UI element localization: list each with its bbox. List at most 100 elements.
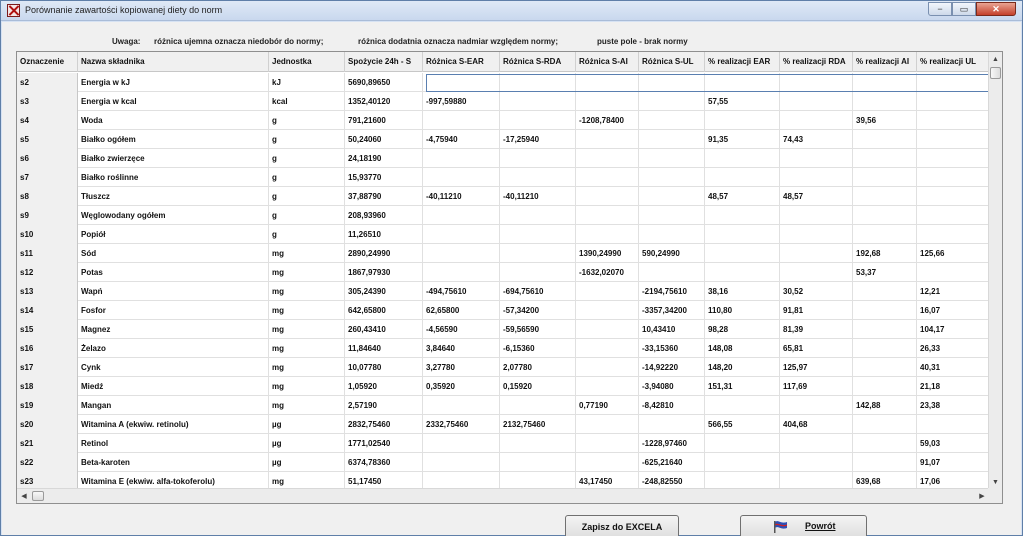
- cell-diff-ul[interactable]: [639, 415, 705, 434]
- cell-name[interactable]: Cynk: [78, 358, 269, 377]
- cell-pct-rda[interactable]: [780, 111, 853, 130]
- cell-diff-ear[interactable]: [423, 149, 500, 168]
- vertical-scrollbar[interactable]: ▲ ▼: [988, 52, 1002, 489]
- cell-name[interactable]: Węglowodany ogółem: [78, 206, 269, 225]
- column-header-code[interactable]: Oznaczenie: [17, 52, 78, 72]
- cell-unit[interactable]: mg: [269, 282, 345, 301]
- cell-intake[interactable]: 1771,02540: [345, 434, 423, 453]
- cell-unit[interactable]: kcal: [269, 92, 345, 111]
- table-row[interactable]: s3 Energia w kcal kcal 1352,40120 -997,59880…: [17, 92, 989, 111]
- cell-code[interactable]: s23: [17, 472, 78, 489]
- cell-unit[interactable]: g: [269, 168, 345, 187]
- cell-name[interactable]: Energia w kJ: [78, 73, 269, 92]
- cell-pct-ear[interactable]: [705, 396, 780, 415]
- cell-intake[interactable]: 50,24060: [345, 130, 423, 149]
- cell-diff-ul[interactable]: 10,43410: [639, 320, 705, 339]
- column-header-diff-ear[interactable]: Różnica S-EAR: [423, 52, 500, 72]
- cell-unit[interactable]: g: [269, 225, 345, 244]
- cell-pct-ul[interactable]: 104,17: [917, 320, 989, 339]
- cell-diff-ul[interactable]: 590,24990: [639, 244, 705, 263]
- cell-pct-ul[interactable]: 125,66: [917, 244, 989, 263]
- cell-diff-ul[interactable]: [639, 263, 705, 282]
- scroll-right-icon[interactable]: ▶: [975, 489, 989, 503]
- cell-pct-ai[interactable]: 142,88: [853, 396, 917, 415]
- cell-pct-ul[interactable]: [917, 415, 989, 434]
- cell-pct-rda[interactable]: 81,39: [780, 320, 853, 339]
- cell-pct-ul[interactable]: 17,06: [917, 472, 989, 489]
- cell-unit[interactable]: mg: [269, 396, 345, 415]
- vertical-scroll-thumb[interactable]: [990, 67, 1001, 79]
- column-header-pct-ear[interactable]: % realizacji EAR: [705, 52, 780, 72]
- back-button[interactable]: Powrót: [740, 515, 867, 536]
- cell-diff-ai[interactable]: [576, 206, 639, 225]
- column-header-pct-rda[interactable]: % realizacji RDA: [780, 52, 853, 72]
- horizontal-scrollbar[interactable]: ◀ ▶: [17, 488, 989, 503]
- cell-pct-ul[interactable]: 23,38: [917, 396, 989, 415]
- cell-code[interactable]: s13: [17, 282, 78, 301]
- cell-diff-rda[interactable]: -6,15360: [500, 339, 576, 358]
- cell-pct-rda[interactable]: [780, 244, 853, 263]
- cell-pct-ai[interactable]: 53,37: [853, 263, 917, 282]
- table-row[interactable]: s16 Żelazo mg 11,84640 3,84640 -6,15360 -33,15…: [17, 339, 989, 358]
- cell-intake[interactable]: 1,05920: [345, 377, 423, 396]
- cell-pct-ai[interactable]: [853, 92, 917, 111]
- cell-code[interactable]: s3: [17, 92, 78, 111]
- cell-intake[interactable]: 2832,75460: [345, 415, 423, 434]
- cell-code[interactable]: s9: [17, 206, 78, 225]
- cell-diff-rda[interactable]: -17,25940: [500, 130, 576, 149]
- save-to-excel-button[interactable]: Zapisz do EXCELA: [565, 515, 679, 536]
- cell-diff-rda[interactable]: -59,56590: [500, 320, 576, 339]
- cell-unit[interactable]: mg: [269, 263, 345, 282]
- cell-diff-rda[interactable]: [500, 149, 576, 168]
- cell-intake[interactable]: 305,24390: [345, 282, 423, 301]
- cell-pct-ear[interactable]: 48,57: [705, 187, 780, 206]
- cell-unit[interactable]: mg: [269, 320, 345, 339]
- cell-intake[interactable]: 2,57190: [345, 396, 423, 415]
- cell-pct-rda[interactable]: [780, 453, 853, 472]
- cell-diff-ear[interactable]: [423, 263, 500, 282]
- cell-pct-ul[interactable]: [917, 92, 989, 111]
- cell-pct-ear[interactable]: [705, 168, 780, 187]
- cell-pct-ear[interactable]: [705, 453, 780, 472]
- cell-pct-rda[interactable]: [780, 206, 853, 225]
- table-row[interactable]: s22 Beta-karoten µg 6374,78360 -625,21640 91,…: [17, 453, 989, 472]
- cell-pct-ul[interactable]: [917, 225, 989, 244]
- cell-name[interactable]: Wapń: [78, 282, 269, 301]
- cell-diff-rda[interactable]: -694,75610: [500, 282, 576, 301]
- cell-code[interactable]: s19: [17, 396, 78, 415]
- cell-diff-ai[interactable]: 43,17450: [576, 472, 639, 489]
- cell-pct-ai[interactable]: 39,56: [853, 111, 917, 130]
- cell-pct-ear[interactable]: [705, 206, 780, 225]
- cell-pct-rda[interactable]: 74,43: [780, 130, 853, 149]
- cell-intake[interactable]: 260,43410: [345, 320, 423, 339]
- cell-code[interactable]: s11: [17, 244, 78, 263]
- cell-diff-ear[interactable]: 0,35920: [423, 377, 500, 396]
- cell-diff-ul[interactable]: -625,21640: [639, 453, 705, 472]
- table-row[interactable]: s20 Witamina A (ekwiw. retinolu) µg 2832,75…: [17, 415, 989, 434]
- cell-unit[interactable]: mg: [269, 358, 345, 377]
- cell-diff-ul[interactable]: -8,42810: [639, 396, 705, 415]
- cell-unit[interactable]: kJ: [269, 73, 345, 92]
- cell-code[interactable]: s5: [17, 130, 78, 149]
- cell-unit[interactable]: g: [269, 111, 345, 130]
- cell-code[interactable]: s6: [17, 149, 78, 168]
- cell-diff-ai[interactable]: [576, 320, 639, 339]
- cell-pct-ear[interactable]: [705, 149, 780, 168]
- cell-pct-ai[interactable]: [853, 415, 917, 434]
- cell-diff-rda[interactable]: 0,15920: [500, 377, 576, 396]
- cell-diff-ai[interactable]: [576, 301, 639, 320]
- cell-pct-rda[interactable]: 125,97: [780, 358, 853, 377]
- cell-pct-ear[interactable]: [705, 225, 780, 244]
- cell-name[interactable]: Mangan: [78, 396, 269, 415]
- cell-pct-ul[interactable]: 21,18: [917, 377, 989, 396]
- cell-diff-rda[interactable]: [500, 206, 576, 225]
- cell-diff-ear[interactable]: 62,65800: [423, 301, 500, 320]
- cell-pct-ul[interactable]: [917, 149, 989, 168]
- cell-name[interactable]: Retinol: [78, 434, 269, 453]
- cell-diff-ear[interactable]: -4,75940: [423, 130, 500, 149]
- cell-diff-ul[interactable]: [639, 92, 705, 111]
- cell-diff-ear[interactable]: [423, 453, 500, 472]
- cell-name[interactable]: Potas: [78, 263, 269, 282]
- cell-unit[interactable]: g: [269, 187, 345, 206]
- cell-pct-ai[interactable]: [853, 301, 917, 320]
